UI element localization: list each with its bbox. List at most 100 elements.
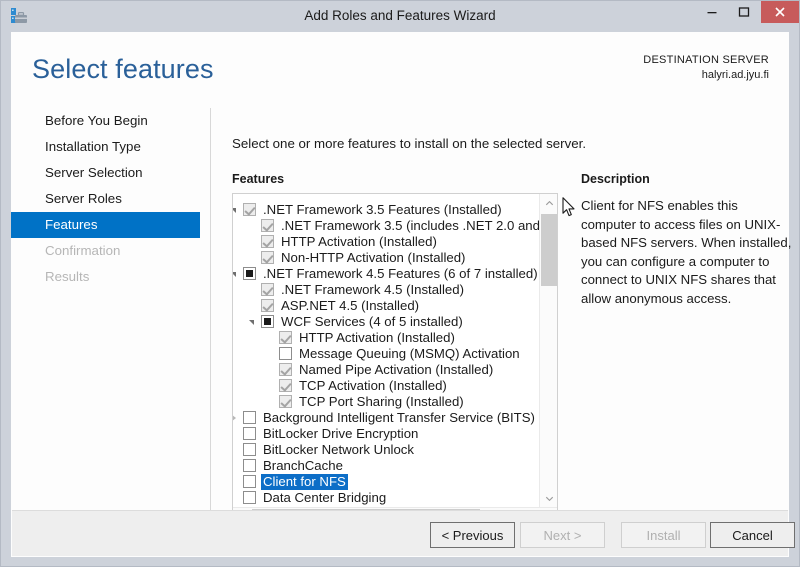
destination-server-block: DESTINATION SERVER halyri.ad.jyu.fi: [643, 54, 769, 81]
sidebar-item-label: Installation Type: [45, 139, 141, 154]
previous-button[interactable]: < Previous: [430, 522, 515, 548]
sidebar-item-label: Features: [45, 217, 98, 232]
feature-checkbox: [279, 379, 292, 392]
window-title: Add Roles and Features Wizard: [304, 8, 496, 23]
tree-row-label: TCP Port Sharing (Installed): [299, 394, 464, 409]
feature-checkbox: [261, 219, 274, 232]
tree-row-label: Data Center Bridging: [263, 490, 387, 505]
feature-checkbox[interactable]: [243, 443, 256, 456]
feature-checkbox[interactable]: [243, 427, 256, 440]
feature-checkbox[interactable]: [279, 347, 292, 360]
feature-checkbox: [243, 203, 256, 216]
tree-row-label: .NET Framework 4.5 Features (6 of 7 inst…: [263, 266, 538, 281]
feature-checkbox: [279, 395, 292, 408]
description-body-text: Client for NFS enables this computer to …: [581, 198, 792, 306]
sidebar-item-label: Confirmation: [45, 243, 121, 258]
feature-checkbox[interactable]: [261, 315, 274, 328]
tree-row[interactable]: Message Queuing (MSMQ) Activation: [233, 346, 539, 362]
tree-row-label: ASP.NET 4.5 (Installed): [281, 298, 420, 313]
tree-row-label: HTTP Activation (Installed): [281, 234, 437, 249]
tree-row[interactable]: Data Center Bridging: [233, 490, 539, 506]
expander-collapse-icon[interactable]: [233, 208, 236, 213]
destination-server-name: halyri.ad.jyu.fi: [701, 69, 769, 81]
sidebar-item-server-roles[interactable]: Server Roles: [11, 186, 201, 212]
sidebar-item-label: Server Roles: [45, 191, 122, 206]
feature-checkbox: [279, 363, 292, 376]
tree-row-label: Message Queuing (MSMQ) Activation: [299, 346, 520, 361]
feature-checkbox[interactable]: [243, 459, 256, 472]
feature-checkbox[interactable]: [243, 491, 256, 504]
tree-row-label: Background Intelligent Transfer Service …: [263, 410, 535, 425]
tree-row[interactable]: .NET Framework 3.5 (includes .NET 2.0 an…: [233, 218, 539, 234]
wizard-client-area: Select features DESTINATION SERVER halyr…: [10, 31, 795, 558]
tree-row[interactable]: BranchCache: [233, 458, 539, 474]
tree-row-label: TCP Activation (Installed): [299, 378, 447, 393]
tree-row[interactable]: Background Intelligent Transfer Service …: [233, 410, 539, 426]
tree-row[interactable]: BitLocker Network Unlock: [233, 442, 539, 458]
tree-row[interactable]: ASP.NET 4.5 (Installed): [233, 298, 539, 314]
sidebar-item-label: Server Selection: [45, 165, 143, 180]
expander-collapse-icon[interactable]: [249, 320, 254, 325]
sidebar-item-before-you-begin[interactable]: Before You Begin: [11, 108, 201, 134]
destination-server-label: DESTINATION SERVER: [643, 54, 769, 66]
features-tree-rows: .NET Framework 3.5 Features (Installed).…: [233, 194, 539, 507]
feature-checkbox[interactable]: [243, 411, 256, 424]
tree-row-label: Named Pipe Activation (Installed): [299, 362, 494, 377]
tree-row-label: Client for NFS: [261, 474, 348, 490]
title-bar[interactable]: Add Roles and Features Wizard: [1, 1, 799, 30]
features-tree[interactable]: .NET Framework 3.5 Features (Installed).…: [232, 193, 558, 527]
tree-row[interactable]: .NET Framework 3.5 Features (Installed): [233, 202, 539, 218]
close-icon[interactable]: [761, 1, 799, 23]
expander-expand-icon[interactable]: [233, 414, 236, 422]
tree-row-label: BitLocker Drive Encryption: [263, 426, 419, 441]
tree-vertical-scrollbar[interactable]: [539, 194, 557, 507]
chevron-down-icon[interactable]: [540, 489, 557, 507]
tree-row[interactable]: HTTP Activation (Installed): [233, 234, 539, 250]
expander-collapse-icon[interactable]: [233, 272, 236, 277]
tree-row[interactable]: .NET Framework 4.5 (Installed): [233, 282, 539, 298]
tree-row-label: BitLocker Network Unlock: [263, 442, 414, 457]
feature-checkbox[interactable]: [243, 267, 256, 280]
feature-checkbox: [261, 283, 274, 296]
feature-checkbox: [279, 331, 292, 344]
tree-vertical-scroll-thumb[interactable]: [541, 214, 557, 286]
tree-row-label: .NET Framework 3.5 Features (Installed): [263, 202, 502, 217]
tree-row-label: WCF Services (4 of 5 installed): [281, 314, 463, 329]
maximize-icon[interactable]: [729, 1, 759, 23]
sidebar-item-label: Results: [45, 269, 90, 284]
page-title: Select features: [32, 54, 214, 84]
description-section-label: Description: [581, 172, 650, 186]
tree-row[interactable]: Non-HTTP Activation (Installed): [233, 250, 539, 266]
sidebar-item-features[interactable]: Features: [11, 212, 200, 238]
sidebar-item-label: Before You Begin: [45, 113, 148, 128]
features-section-label: Features: [232, 172, 285, 186]
sidebar-item-installation-type[interactable]: Installation Type: [11, 134, 201, 160]
wizard-footer: < Previous Next > Install Cancel: [12, 510, 795, 556]
tree-row-label: HTTP Activation (Installed): [299, 330, 455, 345]
install-button: Install: [621, 522, 706, 548]
tree-row[interactable]: Named Pipe Activation (Installed): [233, 362, 539, 378]
chevron-up-icon[interactable]: [540, 194, 557, 212]
feature-checkbox: [261, 299, 274, 312]
tree-row[interactable]: Client for NFS: [233, 474, 539, 490]
wizard-window: Add Roles and Features Wizard Select fea…: [0, 0, 800, 567]
sidebar-item-results: Results: [11, 264, 201, 290]
cancel-button[interactable]: Cancel: [710, 522, 795, 548]
sidebar-item-confirmation: Confirmation: [11, 238, 201, 264]
tree-row[interactable]: .NET Framework 4.5 Features (6 of 7 inst…: [233, 266, 539, 282]
feature-checkbox[interactable]: [243, 475, 256, 488]
tree-row-label: .NET Framework 3.5 (includes .NET 2.0 an…: [281, 218, 539, 233]
sidebar-divider: [210, 108, 211, 520]
tree-row[interactable]: HTTP Activation (Installed): [233, 330, 539, 346]
tree-row[interactable]: BitLocker Drive Encryption: [233, 426, 539, 442]
feature-checkbox: [261, 235, 274, 248]
tree-row[interactable]: TCP Port Sharing (Installed): [233, 394, 539, 410]
wizard-step-nav: Before You Begin Installation Type Server …: [11, 108, 201, 508]
sidebar-item-server-selection[interactable]: Server Selection: [11, 160, 201, 186]
tree-row-label: BranchCache: [263, 458, 343, 473]
tree-row-label: .NET Framework 4.5 (Installed): [281, 282, 464, 297]
tree-row[interactable]: WCF Services (4 of 5 installed): [233, 314, 539, 330]
minimize-icon[interactable]: [697, 1, 727, 23]
tree-row[interactable]: TCP Activation (Installed): [233, 378, 539, 394]
feature-checkbox: [261, 251, 274, 264]
